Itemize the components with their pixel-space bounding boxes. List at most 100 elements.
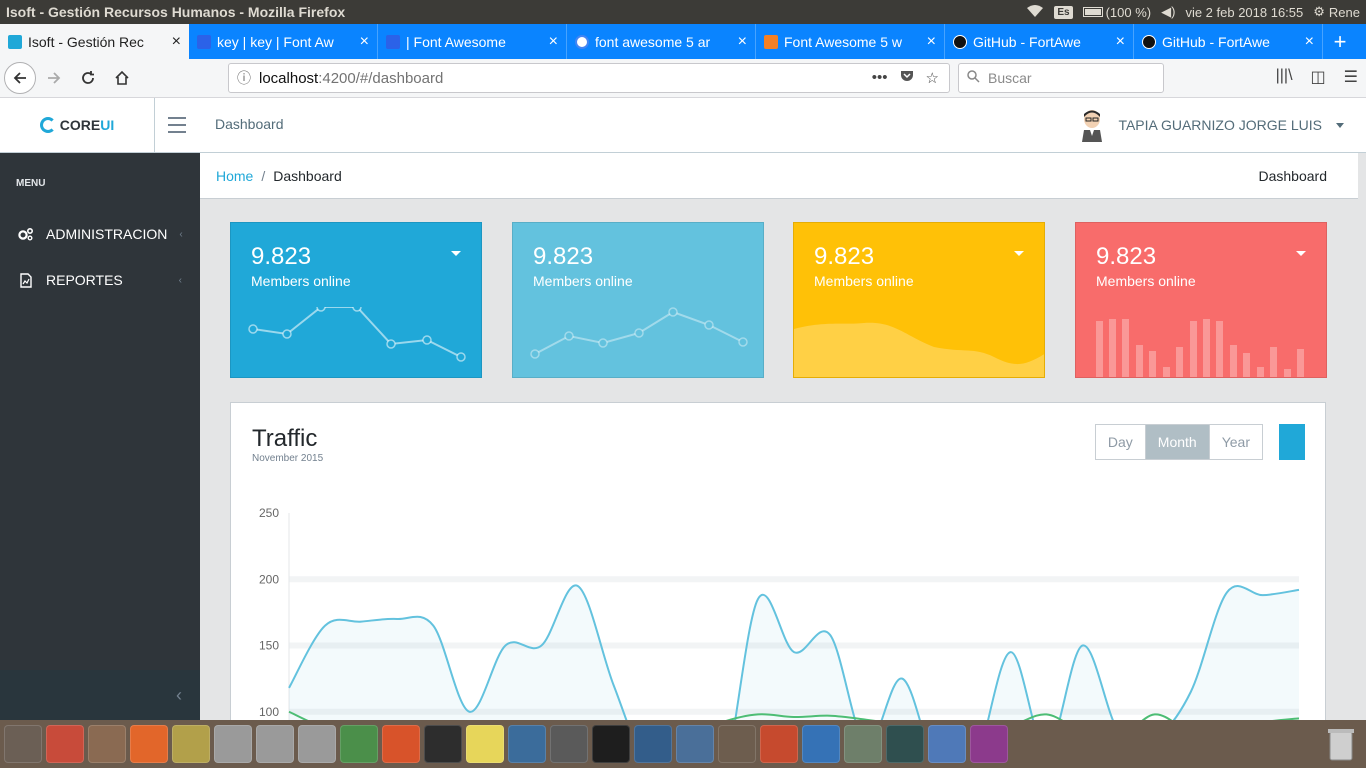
wifi-icon[interactable] xyxy=(1026,4,1044,21)
chevron-left-icon: ‹ xyxy=(179,228,183,240)
card-dropdown-toggle[interactable] xyxy=(451,251,461,256)
volume-icon[interactable]: ◀) xyxy=(1161,4,1175,20)
sidebar-minimizer-button[interactable]: ‹ xyxy=(0,670,200,720)
tab-label: GitHub - FortAwe xyxy=(973,33,1081,50)
battery-percent: (100 %) xyxy=(1105,4,1152,20)
library-icon[interactable]: |||\ xyxy=(1276,67,1293,87)
traffic-chart: 250 200 150 100 xyxy=(259,506,1300,733)
coreui-favicon-icon xyxy=(8,34,22,49)
bookmark-star-icon[interactable]: ☆ xyxy=(926,69,939,87)
datetime[interactable]: vie 2 feb 2018 16:55 xyxy=(1185,5,1303,20)
y-tick-label: 100 xyxy=(259,705,279,719)
browser-tab[interactable]: key | key | Font Aw × xyxy=(189,24,378,59)
settings-tools-icon[interactable] xyxy=(46,725,84,763)
firefox-icon[interactable] xyxy=(382,725,420,763)
close-icon[interactable]: × xyxy=(360,33,369,50)
xcode-icon[interactable] xyxy=(802,725,840,763)
breadcrumb-home-link[interactable]: Home xyxy=(216,168,253,184)
close-icon[interactable]: × xyxy=(1305,33,1314,50)
traffic-card: Traffic November 2015 Day Month Year 250… xyxy=(230,402,1326,733)
back-button[interactable] xyxy=(4,62,36,94)
traffic-title: Traffic xyxy=(252,425,318,452)
gear-icon: ⚙ xyxy=(1313,4,1325,19)
browser-tab[interactable]: GitHub - FortAwe × xyxy=(945,24,1134,59)
windows-icon[interactable] xyxy=(844,725,882,763)
chevron-left-icon: ‹ xyxy=(178,274,182,286)
battery-indicator[interactable]: (100 %) xyxy=(1082,4,1152,20)
session-menu[interactable]: ⚙ Rene xyxy=(1313,4,1360,20)
card-area-chart xyxy=(794,322,1044,377)
terminal-icon[interactable] xyxy=(592,725,630,763)
stat-card: 9.823 Members online xyxy=(230,222,482,378)
browser-tab[interactable]: | Font Awesome × xyxy=(378,24,567,59)
text-editor-icon[interactable] xyxy=(172,725,210,763)
sidebar-item-administracion[interactable]: ADMINISTRACION ‹ xyxy=(0,211,200,257)
close-icon[interactable]: × xyxy=(1116,33,1125,50)
search-icon xyxy=(967,70,980,86)
window-app-icon[interactable] xyxy=(970,725,1008,763)
reload-button[interactable] xyxy=(72,63,104,93)
brand-logo[interactable]: CORE UI xyxy=(0,98,155,152)
browser-tab[interactable]: GitHub - FortAwe × xyxy=(1134,24,1323,59)
tab-label: GitHub - FortAwe xyxy=(1162,33,1270,50)
card-value: 9.823 xyxy=(251,243,312,270)
card-dropdown-toggle[interactable] xyxy=(1296,251,1306,256)
drive-icon[interactable] xyxy=(214,725,252,763)
tab-label: Font Awesome 5 w xyxy=(784,33,903,50)
tab-label: | Font Awesome xyxy=(406,33,506,50)
browser-tab[interactable]: font awesome 5 ar × xyxy=(567,24,756,59)
files-icon[interactable] xyxy=(88,725,126,763)
stat-cards: 9.823 Members online 9.823 Members onlin… xyxy=(230,222,1327,378)
period-day-button[interactable]: Day xyxy=(1095,425,1145,459)
notes-icon[interactable] xyxy=(466,725,504,763)
chrome-icon[interactable] xyxy=(340,725,378,763)
close-icon[interactable]: × xyxy=(738,33,747,50)
close-icon[interactable]: × xyxy=(549,33,558,50)
url-bar[interactable]: ⓘ localhost:4200/#/dashboard ••• ☆ xyxy=(228,63,950,93)
search-bar[interactable]: Buscar xyxy=(958,63,1164,93)
hamburger-menu-icon[interactable]: ☰ xyxy=(1344,67,1358,87)
google-favicon-icon xyxy=(575,34,589,49)
close-icon[interactable]: × xyxy=(927,33,936,50)
stat-card: 9.823 Members online xyxy=(1075,222,1327,378)
drive-icon[interactable] xyxy=(256,725,294,763)
home-button[interactable] xyxy=(106,63,138,93)
virtualbox-icon[interactable] xyxy=(928,725,966,763)
trash-icon[interactable] xyxy=(1324,726,1358,762)
software-store-icon[interactable] xyxy=(130,725,168,763)
forward-button[interactable] xyxy=(38,63,70,93)
period-year-button[interactable]: Year xyxy=(1208,425,1262,459)
vscode-icon[interactable] xyxy=(634,725,672,763)
browser-tab[interactable]: Isoft - Gestión Rec × xyxy=(0,24,189,59)
sidebar-toggler-button[interactable] xyxy=(166,114,188,136)
ubuntu-dash-icon[interactable] xyxy=(4,725,42,763)
keyboard-layout-indicator[interactable]: Es xyxy=(1054,5,1073,19)
system-settings-icon[interactable] xyxy=(550,725,588,763)
terminal-icon[interactable] xyxy=(424,725,462,763)
url-host: localhost xyxy=(259,69,319,87)
breadcrumb-menu-dashboard[interactable]: Dashboard xyxy=(1259,168,1359,184)
gimp-icon[interactable] xyxy=(718,725,756,763)
close-icon[interactable]: × xyxy=(172,33,181,50)
wireshark-icon[interactable] xyxy=(676,725,714,763)
period-month-button[interactable]: Month xyxy=(1144,425,1209,459)
atom-icon[interactable] xyxy=(886,725,924,763)
tab-label: Isoft - Gestión Rec xyxy=(28,33,144,50)
filezilla-icon[interactable] xyxy=(760,725,798,763)
sidebar-toggle-icon[interactable]: ◫ xyxy=(1311,67,1326,87)
page-actions-icon[interactable]: ••• xyxy=(872,69,888,87)
pgadmin-icon[interactable] xyxy=(508,725,546,763)
user-menu[interactable]: TAPIA GUARNIZO JORGE LUIS xyxy=(1076,108,1344,142)
pocket-icon[interactable] xyxy=(900,69,914,87)
download-button[interactable] xyxy=(1279,424,1305,460)
sidebar-item-label: ADMINISTRACION xyxy=(46,226,168,242)
os-top-bar: Isoft - Gestión Recursos Humanos - Mozil… xyxy=(0,0,1366,24)
drive-icon[interactable] xyxy=(298,725,336,763)
header-nav-dashboard[interactable]: Dashboard xyxy=(215,116,284,132)
sidebar-item-reportes[interactable]: REPORTES ‹ xyxy=(0,257,200,303)
browser-tab[interactable]: Font Awesome 5 w × xyxy=(756,24,945,59)
card-dropdown-toggle[interactable] xyxy=(1014,251,1024,256)
info-icon[interactable]: ⓘ xyxy=(229,68,259,88)
dock xyxy=(0,720,1366,768)
new-tab-button[interactable]: + xyxy=(1323,24,1357,59)
